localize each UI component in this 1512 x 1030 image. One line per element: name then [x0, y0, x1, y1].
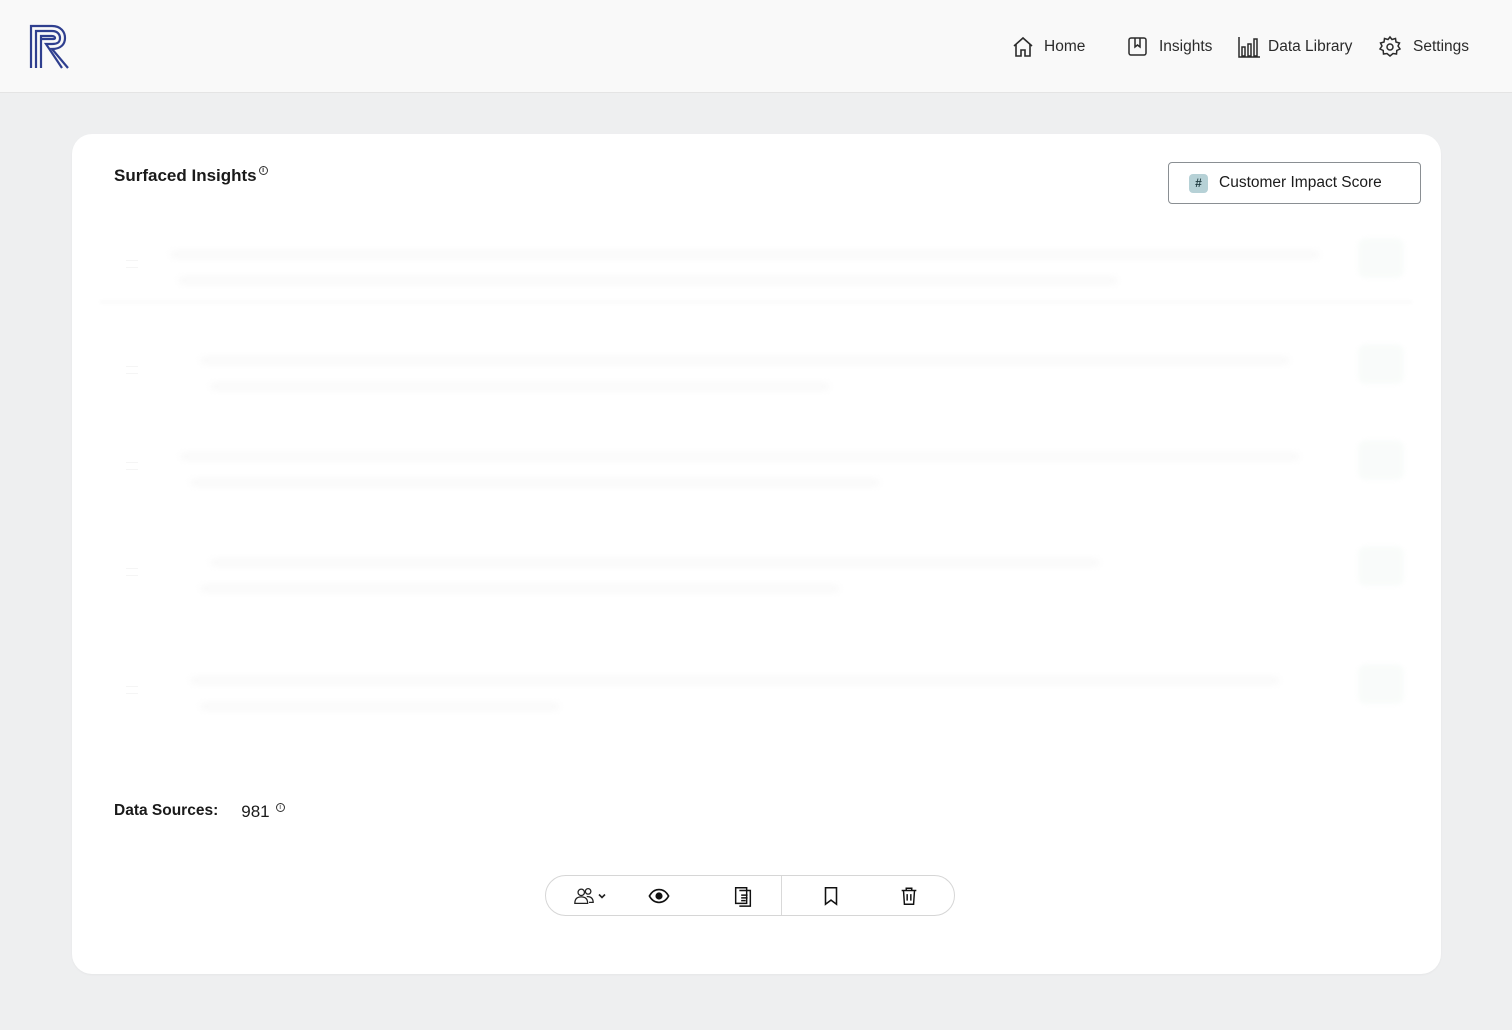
- bookmark-book-icon: [1128, 36, 1147, 56]
- nav-home-label: Home: [1044, 37, 1086, 55]
- data-sources: Data Sources: 981 i: [114, 802, 285, 822]
- gear-icon: [1378, 35, 1402, 57]
- view-button[interactable]: [646, 876, 672, 915]
- document-button[interactable]: [730, 876, 756, 915]
- title-info-icon[interactable]: i: [258, 166, 268, 175]
- score-chip: [1358, 344, 1404, 384]
- insight-row-placeholder[interactable]: [100, 344, 1412, 404]
- data-sources-info-icon[interactable]: i: [275, 803, 285, 812]
- bookmark-icon: [824, 886, 838, 906]
- insight-row-placeholder[interactable]: [100, 664, 1412, 724]
- nav-insights-label: Insights: [1159, 37, 1213, 55]
- customer-impact-score-label: Customer Impact Score: [1219, 174, 1382, 191]
- insights-panel: Surfaced Insights i # Customer Impact Sco…: [72, 134, 1441, 974]
- users-icon: [574, 887, 594, 904]
- customer-impact-score-button[interactable]: # Customer Impact Score: [1168, 162, 1421, 204]
- eye-icon: [648, 888, 670, 903]
- drag-handle-icon[interactable]: [126, 462, 138, 470]
- score-chip: [1358, 440, 1404, 480]
- drag-handle-icon[interactable]: [126, 260, 138, 268]
- bar-chart-icon: [1238, 36, 1260, 58]
- data-sources-count: 981: [241, 802, 270, 821]
- delete-button[interactable]: [897, 876, 921, 915]
- nav-data-library[interactable]: Data Library: [1237, 0, 1352, 93]
- nav-settings[interactable]: Settings: [1378, 0, 1469, 93]
- toolbar-divider: [781, 876, 782, 915]
- score-chip: [1358, 546, 1404, 586]
- drag-handle-icon[interactable]: [126, 366, 138, 374]
- r-stripes-logo-icon: [29, 24, 69, 69]
- drag-handle-icon[interactable]: [126, 568, 138, 576]
- document-icon: [734, 886, 752, 907]
- nav-home[interactable]: Home: [1011, 0, 1085, 93]
- nav-data-library-label: Data Library: [1268, 37, 1353, 55]
- insight-row-placeholder[interactable]: [100, 546, 1412, 606]
- panel-title: Surfaced Insights i: [114, 166, 268, 186]
- drag-handle-icon[interactable]: [126, 686, 138, 694]
- top-bar: Home Insights Data Library Settings: [0, 0, 1512, 93]
- chevron-down-icon: [598, 893, 606, 899]
- assign-users-button[interactable]: [570, 876, 610, 915]
- nav-insights[interactable]: Insights: [1126, 0, 1212, 93]
- score-chip: [1358, 664, 1404, 704]
- bookmark-button[interactable]: [819, 876, 843, 915]
- insight-row-placeholder[interactable]: [100, 440, 1412, 500]
- home-icon: [1013, 36, 1033, 57]
- app-logo[interactable]: [10, 10, 90, 82]
- panel-title-text: Surfaced Insights: [114, 166, 257, 185]
- score-chip: [1358, 238, 1404, 278]
- action-toolbar: [545, 875, 955, 916]
- hash-icon: #: [1189, 173, 1208, 193]
- nav-settings-label: Settings: [1413, 37, 1470, 55]
- trash-icon: [901, 886, 917, 905]
- data-sources-label: Data Sources:: [114, 802, 219, 819]
- insight-row-placeholder[interactable]: [100, 238, 1412, 304]
